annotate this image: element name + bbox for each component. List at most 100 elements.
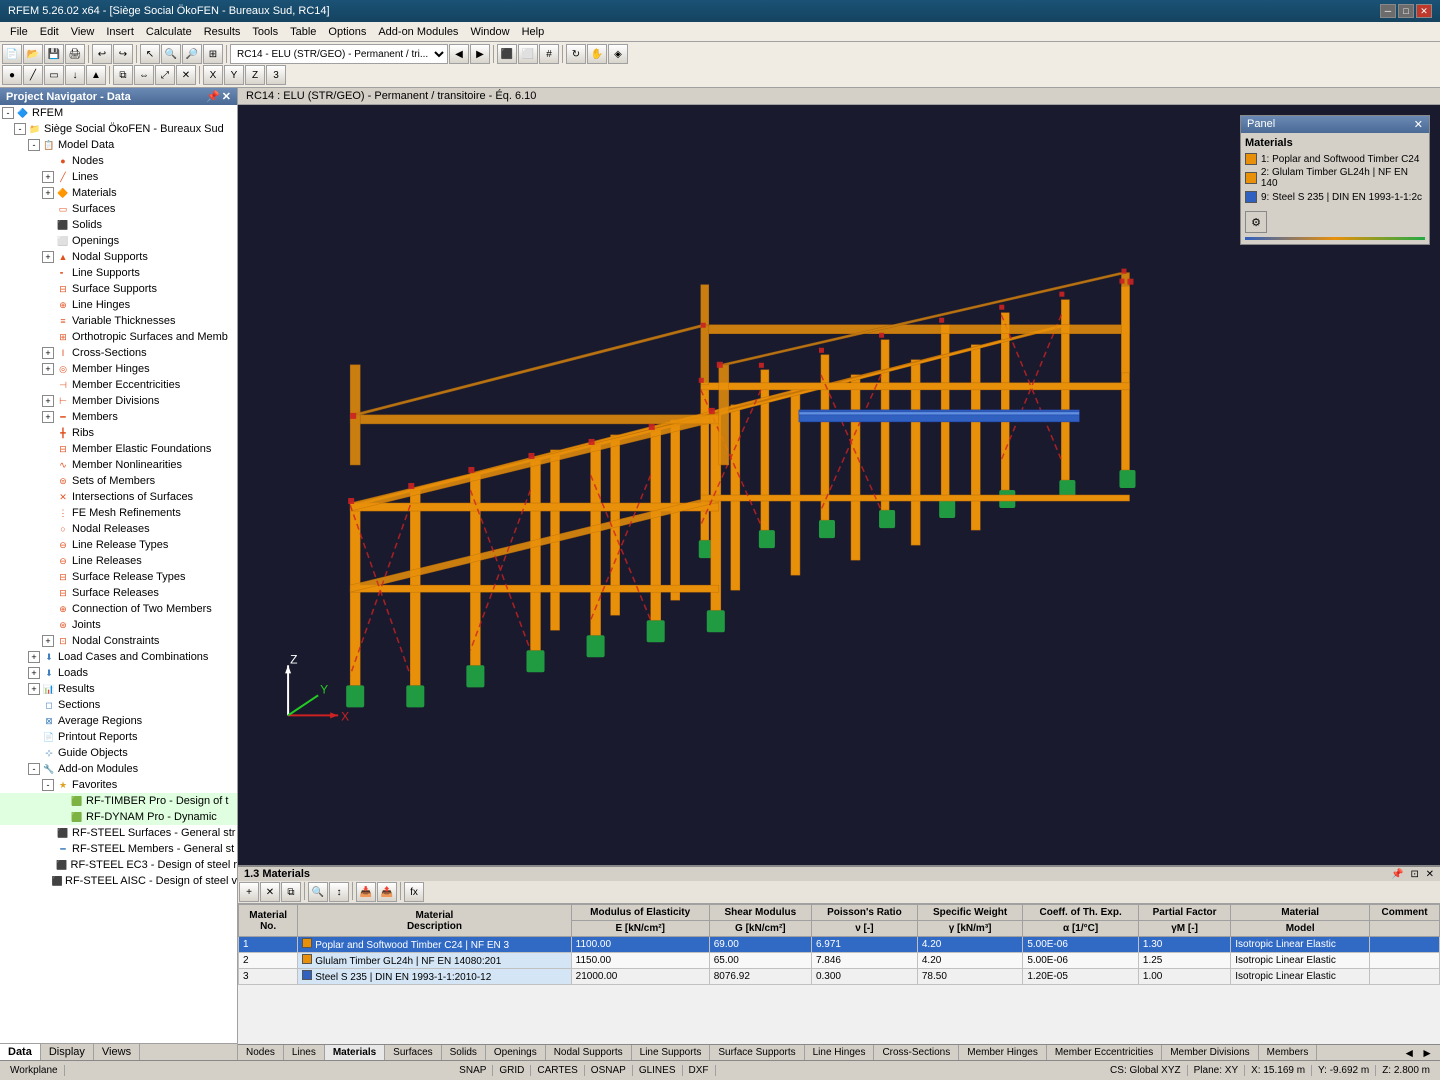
tree-item-favorites[interactable]: - ★ Favorites <box>0 777 237 793</box>
tab-nodal-supports[interactable]: Nodal Supports <box>546 1045 632 1060</box>
tb-zoom-in[interactable]: 🔍 <box>161 44 181 64</box>
status-snap[interactable]: SNAP <box>453 1065 493 1076</box>
menu-options[interactable]: Options <box>322 25 372 39</box>
tree-item-rfsteelaisc[interactable]: ⬛ RF-STEEL AISC - Design of steel v <box>0 873 237 889</box>
tab-line-hinges[interactable]: Line Hinges <box>805 1045 875 1060</box>
tb-redo[interactable]: ↪ <box>113 44 133 64</box>
tab-cross-sections[interactable]: Cross-Sections <box>874 1045 959 1060</box>
tb-table-add[interactable]: + <box>239 882 259 902</box>
nav-tree[interactable]: - 🔷 RFEM - 📁 Siège Social ÖkoFEN - Burea… <box>0 105 237 1043</box>
tb-yview[interactable]: Y <box>224 65 244 85</box>
tree-item-solids[interactable]: ⬛ Solids <box>0 217 237 233</box>
table-content[interactable]: MaterialNo. MaterialDescription Modulus … <box>238 904 1440 1044</box>
tree-item-surfacesupports[interactable]: ⊟ Surface Supports <box>0 281 237 297</box>
tb-show-surf[interactable]: ▭ <box>44 65 64 85</box>
menu-insert[interactable]: Insert <box>100 25 140 39</box>
tb-show-nodes[interactable]: ● <box>2 65 22 85</box>
tab-member-divisions[interactable]: Member Divisions <box>1162 1045 1258 1060</box>
table-pin[interactable]: 📌 <box>1391 869 1403 880</box>
tree-item-setsmembers[interactable]: ⊜ Sets of Members <box>0 473 237 489</box>
tab-members[interactable]: Members <box>1259 1045 1318 1060</box>
tree-item-femesh[interactable]: ⋮ FE Mesh Refinements <box>0 505 237 521</box>
tb-table-copy[interactable]: ⧉ <box>281 882 301 902</box>
tree-item-nodalsupports[interactable]: + ▲ Nodal Supports <box>0 249 237 265</box>
tb-show-support[interactable]: ▲ <box>86 65 106 85</box>
tb-copy[interactable]: ⧉ <box>113 65 133 85</box>
tree-item-membernonlin[interactable]: ∿ Member Nonlinearities <box>0 457 237 473</box>
tb-undo[interactable]: ↩ <box>92 44 112 64</box>
menu-help[interactable]: Help <box>516 25 551 39</box>
tree-item-modeldata[interactable]: - 📋 Model Data <box>0 137 237 153</box>
tab-openings[interactable]: Openings <box>486 1045 546 1060</box>
tree-item-nodalconstr[interactable]: + ⊡ Nodal Constraints <box>0 633 237 649</box>
tb-prev[interactable]: ◀ <box>449 44 469 64</box>
tree-item-rftimber[interactable]: 🟩 RF-TIMBER Pro - Design of t <box>0 793 237 809</box>
tb-table-import[interactable]: 📥 <box>356 882 376 902</box>
tb-show-nums[interactable]: # <box>539 44 559 64</box>
tree-item-guide[interactable]: ⊹ Guide Objects <box>0 745 237 761</box>
tb-render[interactable]: ⬛ <box>497 44 517 64</box>
loadcase-dropdown[interactable]: RC14 - ELU (STR/GEO) - Permanent / tri..… <box>230 44 448 64</box>
table-close[interactable]: ✕ <box>1426 869 1434 880</box>
tree-item-surfreleases[interactable]: ⊟ Surface Releases <box>0 585 237 601</box>
tb-zoom-all[interactable]: ⊞ <box>203 44 223 64</box>
tree-item-ortho[interactable]: ⊞ Orthotropic Surfaces and Memb <box>0 329 237 345</box>
table-float[interactable]: ⊡ <box>1410 869 1418 880</box>
tree-item-rfsteelmemb[interactable]: ━ RF-STEEL Members - General st <box>0 841 237 857</box>
tree-item-sections[interactable]: ◻ Sections <box>0 697 237 713</box>
tb-save[interactable]: 💾 <box>44 44 64 64</box>
tree-item-linehinges[interactable]: ⊕ Line Hinges <box>0 297 237 313</box>
tab-data[interactable]: Data <box>0 1044 41 1060</box>
tree-item-project[interactable]: - 📁 Siège Social ÖkoFEN - Bureaux Sud <box>0 121 237 137</box>
tree-item-printout[interactable]: 📄 Printout Reports <box>0 729 237 745</box>
tree-item-joints[interactable]: ⊛ Joints <box>0 617 237 633</box>
menu-window[interactable]: Window <box>464 25 515 39</box>
tb-table-export[interactable]: 📤 <box>377 882 397 902</box>
close-button[interactable]: ✕ <box>1416 4 1432 18</box>
tree-item-rfsteelec3[interactable]: ⬛ RF-STEEL EC3 - Design of steel r <box>0 857 237 873</box>
tree-item-openings[interactable]: ⬜ Openings <box>0 233 237 249</box>
tb-new[interactable]: 📄 <box>2 44 22 64</box>
tree-item-rfem[interactable]: - 🔷 RFEM <box>0 105 237 121</box>
tree-item-avgregions[interactable]: ⊠ Average Regions <box>0 713 237 729</box>
tree-item-nodalreleases[interactable]: ○ Nodal Releases <box>0 521 237 537</box>
tab-solids[interactable]: Solids <box>442 1045 486 1060</box>
tree-item-memberdiv[interactable]: + ⊢ Member Divisions <box>0 393 237 409</box>
tree-item-memberelastic[interactable]: ⊟ Member Elastic Foundations <box>0 441 237 457</box>
tree-item-varthick[interactable]: ≡ Variable Thicknesses <box>0 313 237 329</box>
menu-file[interactable]: File <box>4 25 34 39</box>
tb-perspective[interactable]: ◈ <box>608 44 628 64</box>
tb-wire[interactable]: ⬜ <box>518 44 538 64</box>
tb-select[interactable]: ↖ <box>140 44 160 64</box>
tb-delete[interactable]: ✕ <box>176 65 196 85</box>
tb-xview[interactable]: X <box>203 65 223 85</box>
tab-prev-btn[interactable]: ◄ <box>1400 1046 1418 1060</box>
tree-item-membereccent[interactable]: ⊣ Member Eccentricities <box>0 377 237 393</box>
tab-lines[interactable]: Lines <box>284 1045 325 1060</box>
menu-results[interactable]: Results <box>198 25 247 39</box>
tb-zoom-out[interactable]: 🔎 <box>182 44 202 64</box>
tb-table-filter[interactable]: 🔍 <box>308 882 328 902</box>
tab-line-supports[interactable]: Line Supports <box>632 1045 711 1060</box>
tree-item-members[interactable]: + ━ Members <box>0 409 237 425</box>
tb-table-sort[interactable]: ↕ <box>329 882 349 902</box>
tab-surfaces[interactable]: Surfaces <box>385 1045 441 1060</box>
tb-table-calc[interactable]: fx <box>404 882 424 902</box>
menu-table[interactable]: Table <box>284 25 322 39</box>
status-glines[interactable]: GLINES <box>633 1065 683 1076</box>
table-row-1[interactable]: 1Poplar and Softwood Timber C24 | NF EN … <box>239 937 1440 953</box>
tree-item-linereltype[interactable]: ⊖ Line Release Types <box>0 537 237 553</box>
tree-item-surfaces[interactable]: ▭ Surfaces <box>0 201 237 217</box>
status-grid[interactable]: GRID <box>493 1065 531 1076</box>
menu-view[interactable]: View <box>65 25 101 39</box>
menu-tools[interactable]: Tools <box>246 25 284 39</box>
tb-zview[interactable]: Z <box>245 65 265 85</box>
tree-item-rfsteelsurf[interactable]: ⬛ RF-STEEL Surfaces - General str <box>0 825 237 841</box>
table-row-2[interactable]: 2Glulam Timber GL24h | NF EN 14080:20111… <box>239 953 1440 969</box>
tb-mirror[interactable]: ⇔ <box>134 65 154 85</box>
tb-table-del[interactable]: ✕ <box>260 882 280 902</box>
tree-item-lines[interactable]: + ╱ Lines <box>0 169 237 185</box>
panel-config-btn[interactable]: ⚙ <box>1245 211 1267 233</box>
tb-show-lines[interactable]: ╱ <box>23 65 43 85</box>
nav-close[interactable]: ✕ <box>222 90 231 103</box>
